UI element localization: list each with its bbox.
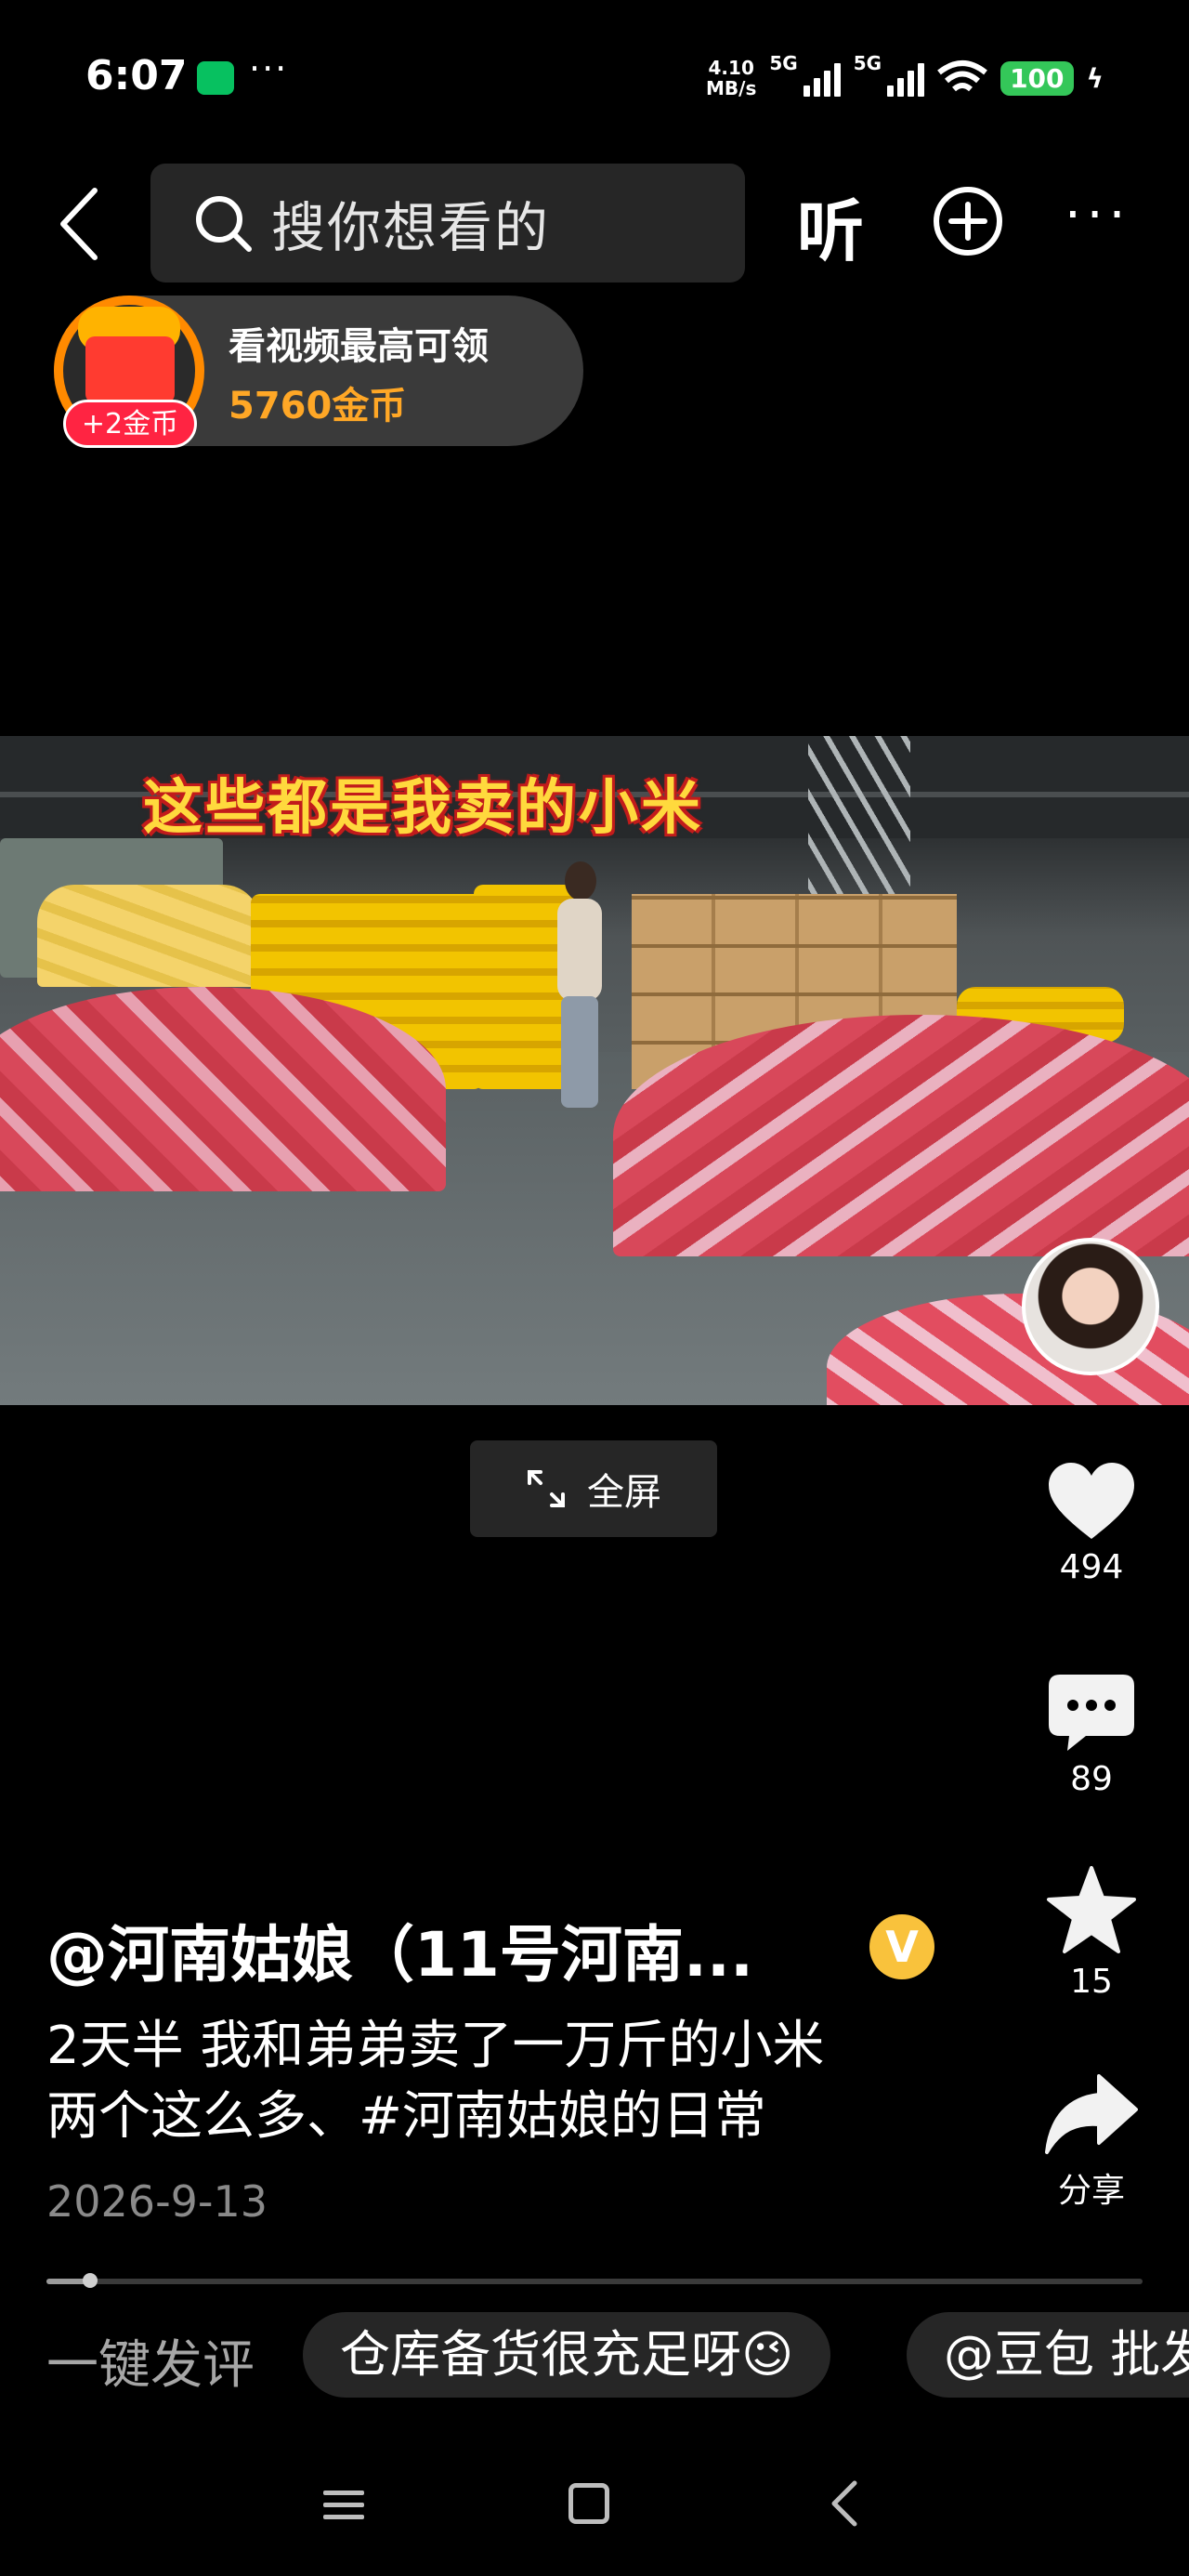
comment-count: 89 [1070, 1760, 1113, 1798]
search-input[interactable]: 搜你想看的 [150, 164, 745, 283]
recent-apps-button[interactable] [323, 2483, 364, 2527]
more-options-button[interactable]: ··· [1065, 190, 1130, 242]
yellow-bag-pile-left [37, 885, 260, 987]
video-progress-bar[interactable] [46, 2279, 1143, 2284]
coin-badge: +2金币 [63, 400, 197, 448]
share-label: 分享 [1057, 2172, 1125, 2210]
person-head [565, 861, 596, 900]
favorite-count: 15 [1070, 1963, 1113, 2001]
star-icon [1047, 1866, 1136, 1953]
comment-button[interactable]: 89 [1031, 1673, 1152, 1798]
heart-icon [1049, 1463, 1134, 1539]
expand-icon [528, 1470, 565, 1507]
description-line-2: 两个这么多、#河南姑娘的日常 [46, 2086, 766, 2147]
more-notifications-icon: ··· [249, 48, 289, 89]
video-progress-handle[interactable] [83, 2273, 98, 2288]
post-description[interactable]: 2天半 我和弟弟卖了一万斤的小米 两个这么多、#河南姑娘的日常 [46, 2011, 957, 2152]
signal-icon-2 [887, 59, 925, 97]
search-icon [196, 196, 252, 252]
share-arrow-icon [1045, 2074, 1138, 2154]
post-date: 2026-9-13 [46, 2176, 268, 2227]
wifi-icon [937, 60, 987, 92]
coin-banner-title: 看视频最高可领 [229, 325, 489, 368]
author-avatar[interactable] [1022, 1238, 1159, 1375]
gift-box-icon [85, 336, 175, 403]
status-time: 6:07 [85, 52, 188, 99]
comment-icon [1049, 1675, 1134, 1751]
listen-button[interactable]: 听 [797, 177, 864, 274]
back-arrow-icon [60, 188, 98, 260]
person-legs [561, 996, 598, 1108]
video-player[interactable]: 这些都是我卖的小米 [0, 736, 1189, 1405]
back-button[interactable] [46, 182, 111, 266]
system-back-icon[interactable] [817, 2476, 873, 2531]
battery-indicator: 100 [1000, 60, 1074, 96]
network-type-2: 5G [853, 52, 882, 74]
network-speed: 4.10 MB/s [706, 57, 757, 99]
fullscreen-button[interactable]: 全屏 [470, 1440, 717, 1537]
quick-comment-chip-2[interactable]: @豆包 批发 [907, 2312, 1189, 2398]
home-button[interactable] [568, 2483, 609, 2524]
status-indicators: 4.10 MB/s 5G 5G 100 ϟ [706, 52, 1104, 104]
fullscreen-label: 全屏 [587, 1471, 661, 1514]
wechat-notification-icon [197, 61, 234, 95]
like-count: 494 [1059, 1548, 1124, 1586]
quick-comment-label: 一键发评 [46, 2335, 255, 2396]
pink-bag-pile-right [613, 1015, 1189, 1256]
search-placeholder: 搜你想看的 [271, 196, 551, 259]
description-line-1: 2天半 我和弟弟卖了一万斤的小米 [46, 2016, 825, 2076]
share-button[interactable]: 分享 [1031, 2072, 1152, 2212]
add-circle-icon[interactable] [933, 186, 1003, 256]
author-name[interactable]: @河南姑娘（11号河南... [46, 1905, 753, 1994]
signal-icon [803, 59, 841, 97]
quick-comment-chip-1[interactable]: 仓库备货很充足呀😉 [303, 2312, 831, 2398]
verified-badge-icon: V [869, 1914, 934, 1979]
network-type-1: 5G [769, 52, 798, 74]
video-caption: 这些都是我卖的小米 [143, 774, 703, 843]
favorite-button[interactable]: 15 [1031, 1866, 1152, 2001]
charging-icon: ϟ [1086, 62, 1104, 94]
coin-banner-amount: 5760金币 [229, 385, 407, 427]
person-body [557, 899, 602, 1001]
like-button[interactable]: 494 [1031, 1461, 1152, 1586]
